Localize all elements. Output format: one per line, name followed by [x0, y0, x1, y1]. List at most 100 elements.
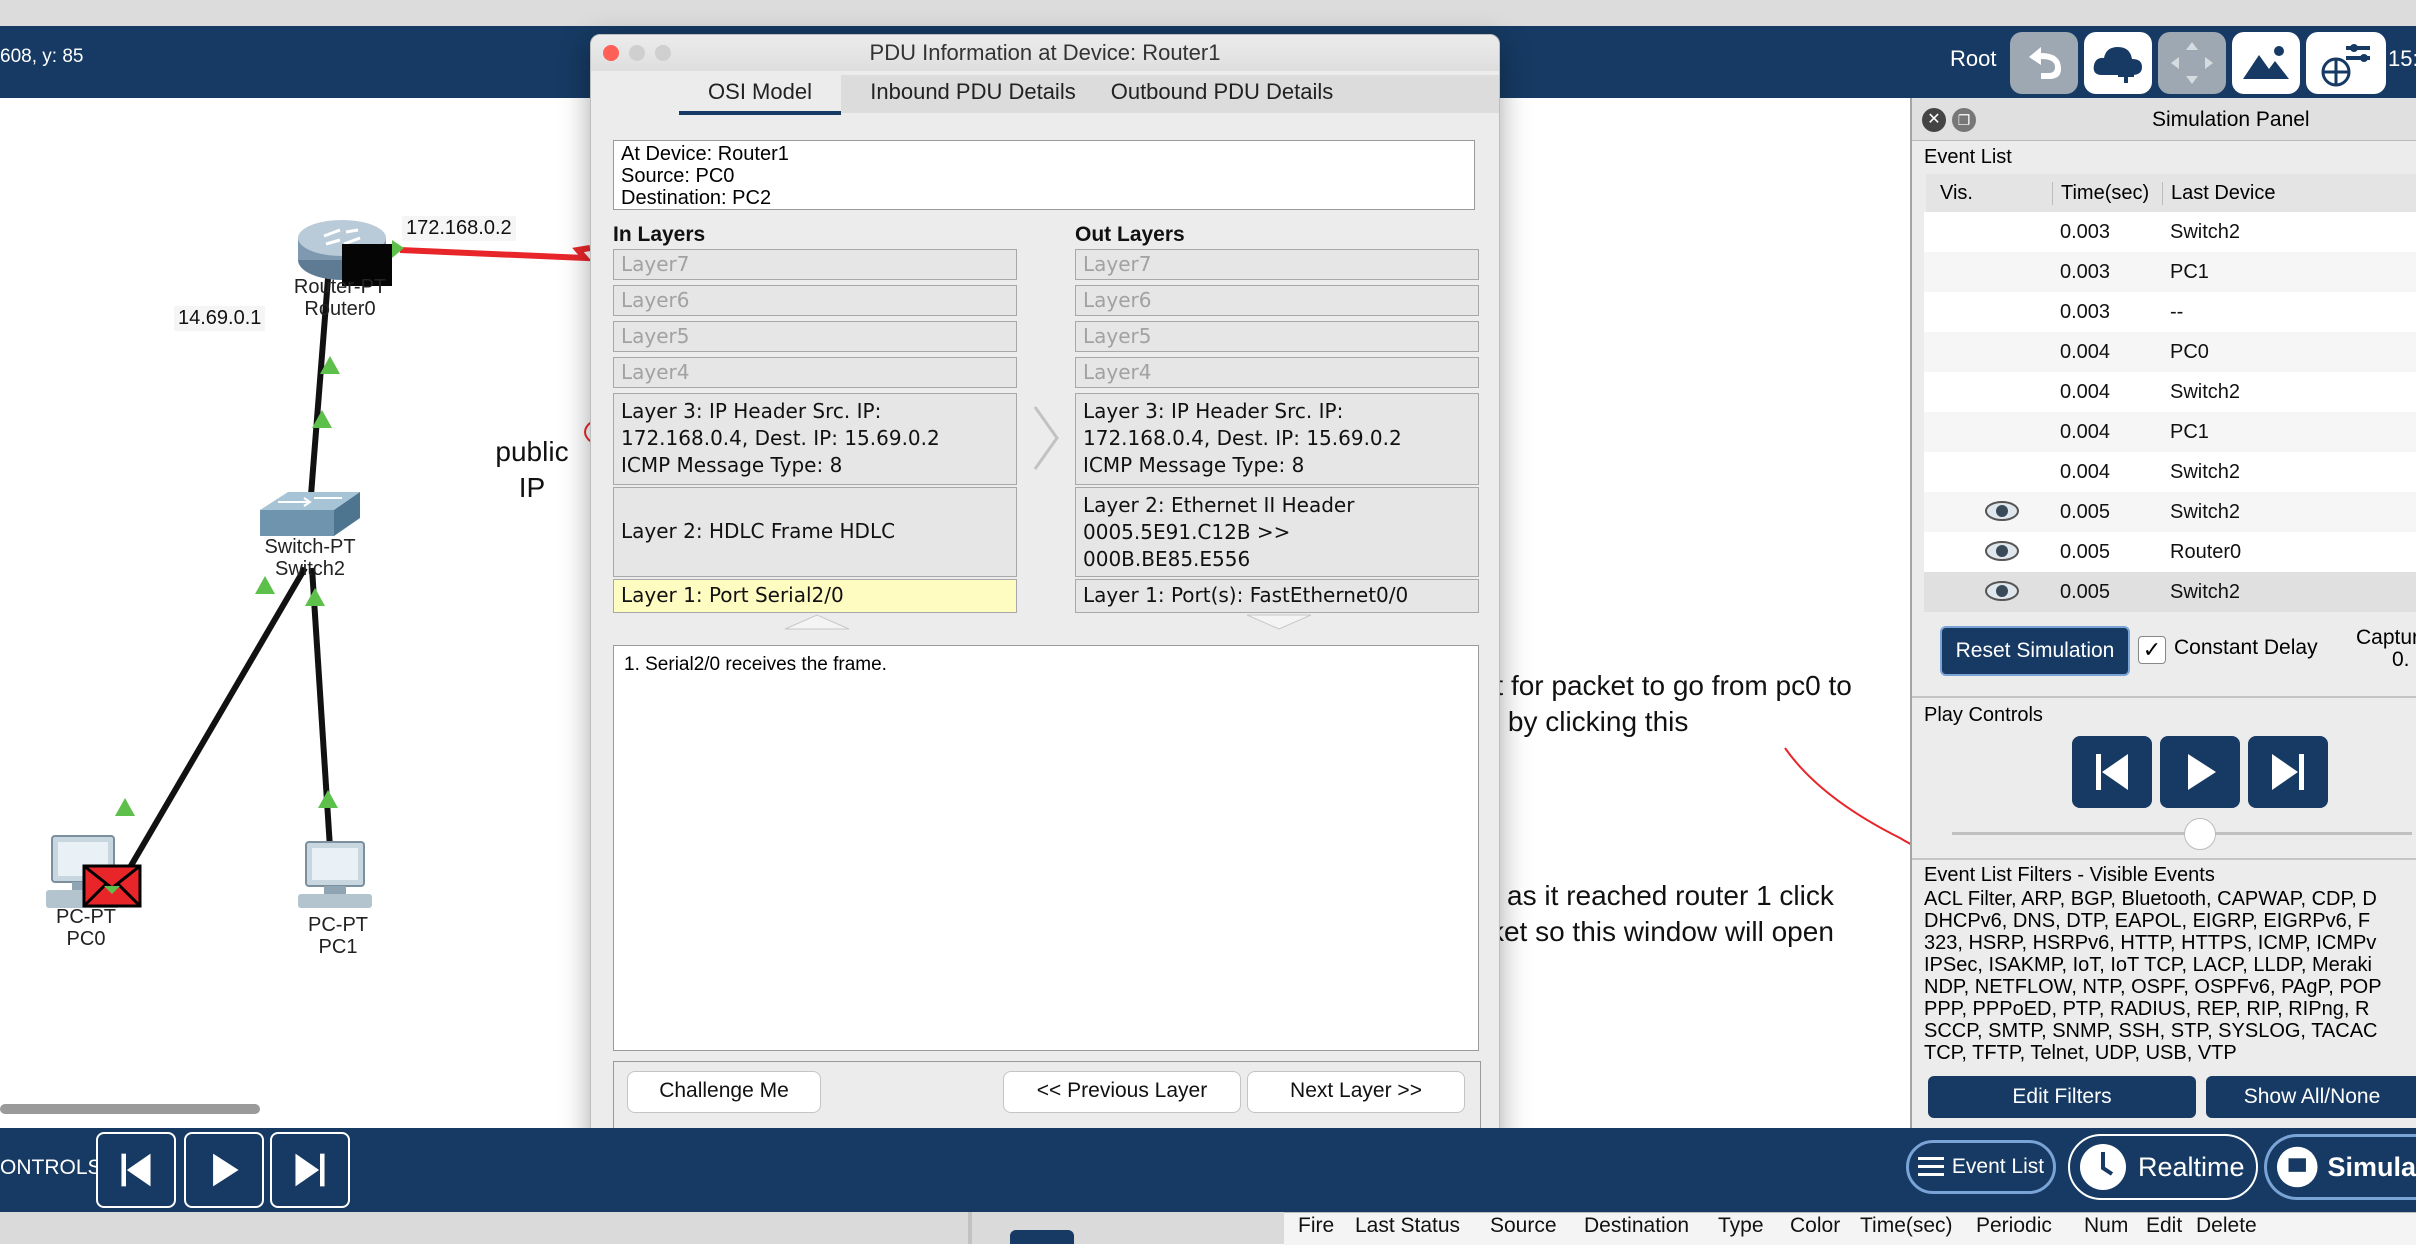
in-layer-6[interactable]: Layer6 — [613, 285, 1017, 316]
event-list-toggle[interactable]: Event List — [1906, 1140, 2056, 1194]
dialog-title: PDU Information at Device: Router1 — [869, 40, 1221, 65]
description-box: 1. Serial2/0 receives the frame. — [613, 645, 1479, 1051]
show-all-none-button[interactable]: Show All/None — [2206, 1076, 2416, 1118]
event-device: PC0 — [2170, 341, 2209, 363]
image-icon[interactable] — [2232, 32, 2300, 94]
pdu-table-column-header[interactable]: Time(sec) — [1860, 1214, 1953, 1238]
scroll-down-icon[interactable] — [1245, 613, 1313, 631]
speed-slider-track[interactable] — [1952, 832, 2412, 835]
destination-text: Destination: PC2 — [621, 187, 772, 209]
device-tab[interactable] — [1010, 1230, 1074, 1244]
capture-forward-button[interactable] — [2248, 736, 2328, 808]
event-row[interactable]: 0.004 PC0 — [1924, 332, 2416, 372]
out-layer-7[interactable]: Layer7 — [1075, 249, 1479, 280]
col-vis: Vis. — [1940, 182, 1973, 204]
direction-arrow-icon — [1033, 406, 1059, 470]
event-device: Switch2 — [2170, 461, 2241, 483]
device-info-box: At Device: Router1 Source: PC0 Destinati… — [613, 140, 1475, 210]
in-layer-7[interactable]: Layer7 — [613, 249, 1017, 280]
realtime-mode-button[interactable]: Realtime — [2068, 1134, 2258, 1200]
reset-simulation-button[interactable]: Reset Simulation — [1940, 626, 2130, 676]
simulation-mode-button[interactable]: Simula — [2264, 1134, 2416, 1200]
event-row[interactable]: 0.005 Router0 — [1924, 532, 2416, 572]
simulation-label: Simula — [2327, 1151, 2416, 1182]
eye-icon[interactable] — [1984, 540, 2020, 568]
pdu-table-column-header[interactable]: Destination — [1584, 1214, 1689, 1238]
event-list-header: Vis. Time(sec) Last Device — [1926, 174, 2416, 213]
speed-slider-handle[interactable] — [2184, 818, 2216, 850]
bottom-back-button[interactable] — [96, 1132, 176, 1208]
out-layer-1[interactable]: Layer 1: Port(s): FastEthernet0/0 — [1075, 579, 1479, 613]
next-layer-button[interactable]: Next Layer >> — [1247, 1071, 1465, 1113]
bottom-forward-button[interactable] — [270, 1132, 350, 1208]
play-button[interactable] — [2160, 736, 2240, 808]
network-settings-icon[interactable] — [2306, 32, 2386, 94]
event-device: -- — [2170, 301, 2184, 323]
in-layer-2[interactable]: Layer 2: HDLC Frame HDLC — [613, 487, 1017, 577]
out-layer-6[interactable]: Layer6 — [1075, 285, 1479, 316]
event-row[interactable]: 0.003 PC1 — [1924, 252, 2416, 292]
router-name-label: Router0 — [304, 298, 376, 320]
tab-outbound-pdu[interactable]: Outbound PDU Details — [1103, 73, 1341, 111]
tab-osi-model[interactable]: OSI Model — [679, 73, 841, 115]
challenge-me-button[interactable]: Challenge Me — [627, 1071, 821, 1113]
pdu-table-column-header[interactable]: Source — [1490, 1214, 1557, 1238]
back-step-button[interactable] — [2072, 736, 2152, 808]
pdu-table-column-header[interactable]: Color — [1790, 1214, 1840, 1238]
out-layer-4[interactable]: Layer4 — [1075, 357, 1479, 388]
back-icon[interactable] — [2010, 32, 2078, 94]
eye-icon[interactable] — [1984, 500, 2020, 528]
divider — [968, 1212, 972, 1244]
event-row[interactable]: 0.004 Switch2 — [1924, 372, 2416, 412]
router-type-label: Router-PT — [293, 276, 387, 298]
event-row[interactable]: 0.005 Switch2 — [1924, 492, 2416, 532]
event-row[interactable]: 0.005 Switch2 — [1924, 572, 2416, 612]
scroll-up-icon[interactable] — [783, 613, 851, 631]
close-window-button[interactable] — [603, 45, 619, 61]
edit-filters-button[interactable]: Edit Filters — [1928, 1076, 2196, 1118]
in-layers-header: In Layers — [613, 223, 706, 246]
pdu-table-column-header[interactable]: Last Status — [1355, 1214, 1460, 1238]
in-layer-3[interactable]: Layer 3: IP Header Src. IP: 172.168.0.4,… — [613, 393, 1017, 485]
maximize-window-button[interactable] — [655, 45, 671, 61]
tab-inbound-pdu[interactable]: Inbound PDU Details — [853, 73, 1093, 111]
event-row[interactable]: 0.004 Switch2 — [1924, 452, 2416, 492]
in-layer-1[interactable]: Layer 1: Port Serial2/0 — [613, 579, 1017, 613]
constant-delay-checkbox[interactable]: ✓ — [2138, 636, 2166, 664]
bottom-play-button[interactable] — [184, 1132, 264, 1208]
router-ip-label: 172.168.0.2 — [402, 216, 516, 241]
constant-delay-label: Constant Delay — [2174, 636, 2318, 659]
move-icon[interactable] — [2158, 32, 2226, 94]
pdu-table-column-header[interactable]: Num — [2084, 1214, 2128, 1238]
out-layer-2[interactable]: Layer 2: Ethernet II Header 0005.5E91.C1… — [1075, 487, 1479, 577]
pdu-table-column-header[interactable]: Type — [1718, 1214, 1764, 1238]
event-device: Switch2 — [2170, 581, 2241, 603]
cloud-add-icon[interactable] — [2084, 32, 2152, 94]
event-row[interactable]: 0.003 -- — [1924, 292, 2416, 332]
pc1-icon[interactable] — [296, 840, 376, 915]
event-time: 0.005 — [2060, 541, 2111, 563]
pdu-table-column-header[interactable]: Delete — [2196, 1214, 2257, 1238]
in-layer-4[interactable]: Layer4 — [613, 357, 1017, 388]
out-layer-5[interactable]: Layer5 — [1075, 321, 1479, 352]
switch-name-label: Switch2 — [274, 558, 346, 580]
pdu-table-column-header[interactable]: Periodic — [1976, 1214, 2052, 1238]
minimize-window-button[interactable] — [629, 45, 645, 61]
close-icon[interactable]: ✕ — [1922, 108, 1946, 132]
out-layer-3[interactable]: Layer 3: IP Header Src. IP: 172.168.0.4,… — [1075, 393, 1479, 485]
pdu-table-column-header[interactable]: Fire — [1298, 1214, 1334, 1238]
play-icon — [2188, 754, 2216, 790]
pdu-table-column-header[interactable]: Edit — [2146, 1214, 2182, 1238]
undock-icon[interactable]: ❐ — [1952, 108, 1976, 132]
event-time: 0.005 — [2060, 501, 2111, 523]
col-last-device: Last Device — [2162, 182, 2276, 205]
previous-layer-button[interactable]: << Previous Layer — [1003, 1071, 1241, 1113]
in-layer-5[interactable]: Layer5 — [613, 321, 1017, 352]
cursor-coordinates: 608, y: 85 — [0, 46, 84, 67]
top-toolbar-strip — [0, 0, 2416, 27]
event-row[interactable]: 0.004 PC1 — [1924, 412, 2416, 452]
sim-panel-title: Simulation Panel — [2152, 108, 2310, 131]
event-row[interactable]: 0.003 Switch2 — [1924, 212, 2416, 252]
bottom-device-strip — [0, 1212, 2416, 1245]
eye-icon[interactable] — [1984, 580, 2020, 608]
